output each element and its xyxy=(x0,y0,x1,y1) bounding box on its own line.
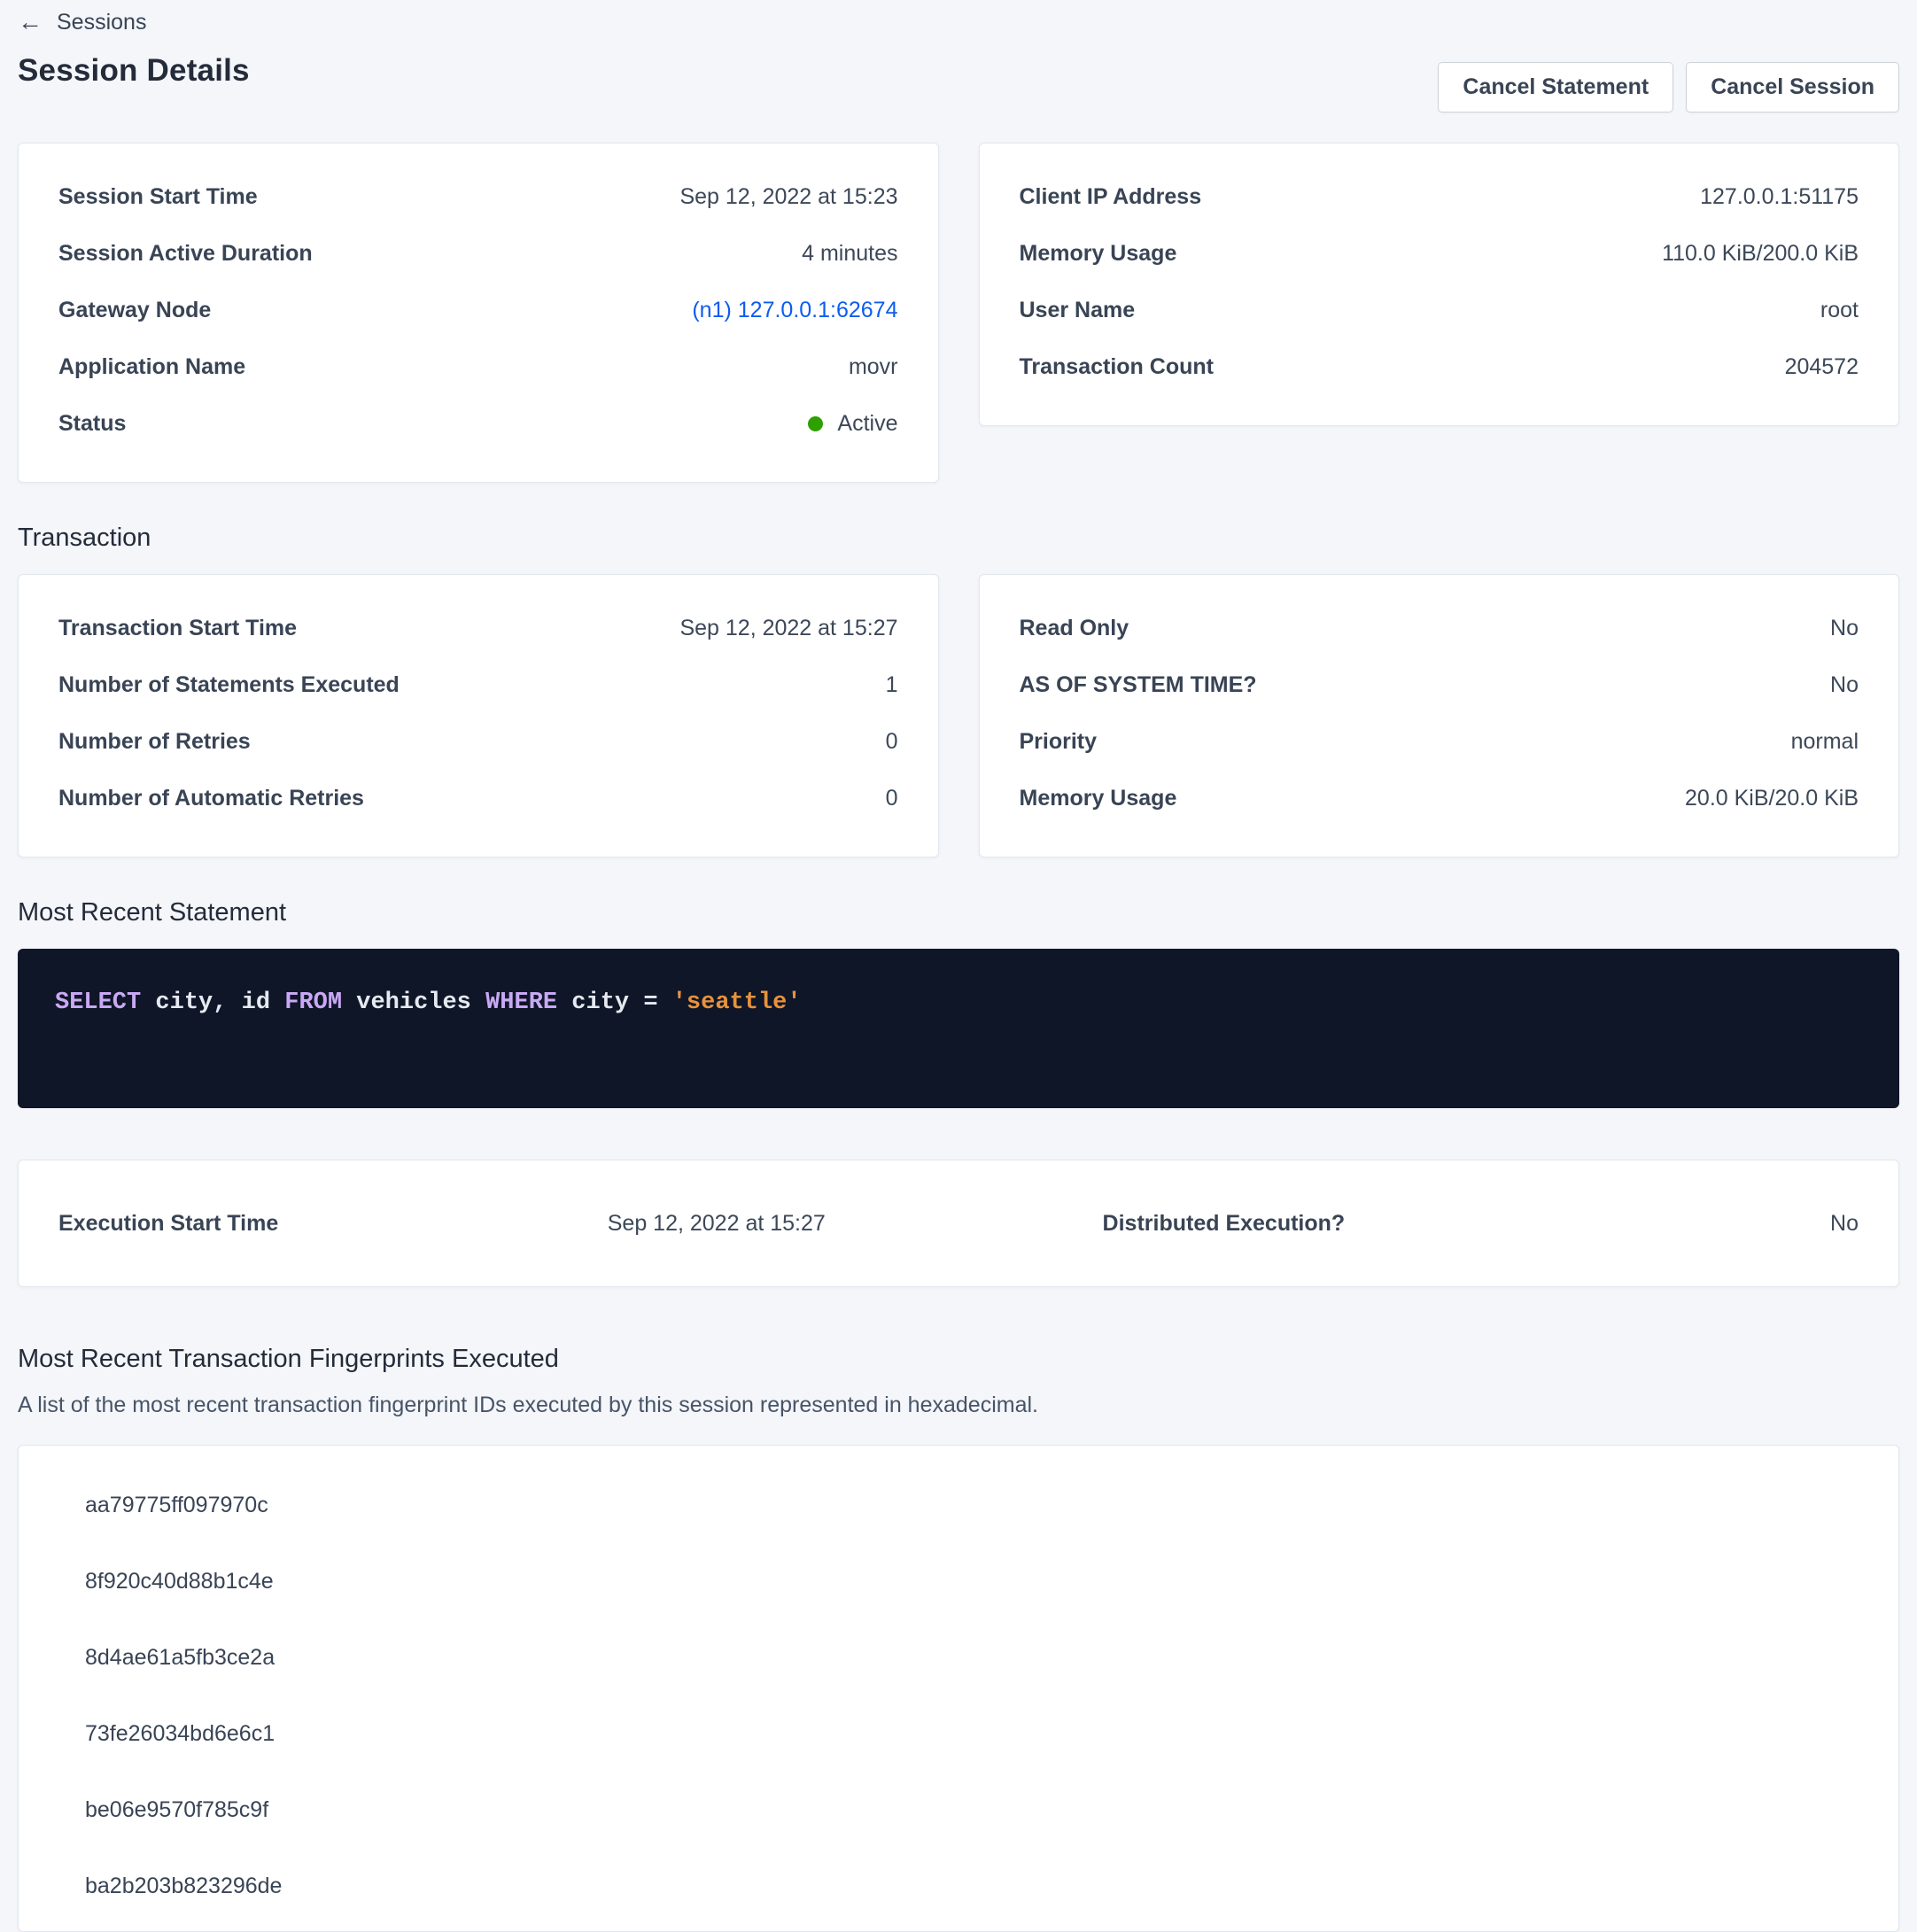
row-session-memory-usage: Memory Usage 110.0 KiB/200.0 KiB xyxy=(1020,225,1859,282)
transaction-start-time-value: Sep 12, 2022 at 15:27 xyxy=(679,616,897,640)
row-read-only: Read Only No xyxy=(1020,600,1859,656)
cancel-session-button[interactable]: Cancel Session xyxy=(1686,62,1899,113)
execution-start-time-value: Sep 12, 2022 at 15:27 xyxy=(608,1208,1103,1238)
breadcrumb-sessions-link[interactable]: Sessions xyxy=(57,10,146,35)
number-of-retries-label: Number of Retries xyxy=(58,729,251,754)
row-session-active-duration: Session Active Duration 4 minutes xyxy=(58,225,898,282)
row-application-name: Application Name movr xyxy=(58,338,898,395)
sql-text-columns: city, id xyxy=(141,989,284,1016)
session-memory-usage-label: Memory Usage xyxy=(1020,241,1177,266)
row-as-of-system-time: AS OF SYSTEM TIME? No xyxy=(1020,656,1859,713)
statements-executed-value: 1 xyxy=(886,672,898,697)
row-transaction-memory-usage: Memory Usage 20.0 KiB/20.0 KiB xyxy=(1020,770,1859,826)
transaction-count-value: 204572 xyxy=(1785,354,1859,379)
as-of-system-time-label: AS OF SYSTEM TIME? xyxy=(1020,672,1257,697)
session-memory-usage-value: 110.0 KiB/200.0 KiB xyxy=(1662,241,1859,266)
sql-keyword-from: FROM xyxy=(284,989,342,1016)
fingerprint-item: 8d4ae61a5fb3ce2a xyxy=(85,1619,1859,1695)
session-info-card-left: Session Start Time Sep 12, 2022 at 15:23… xyxy=(18,143,939,483)
user-name-label: User Name xyxy=(1020,298,1136,322)
application-name-value: movr xyxy=(849,354,898,379)
read-only-label: Read Only xyxy=(1020,616,1129,640)
fingerprint-item: 73fe26034bd6e6c1 xyxy=(85,1695,1859,1772)
gateway-node-label: Gateway Node xyxy=(58,298,211,322)
fingerprint-item: 8f920c40d88b1c4e xyxy=(85,1543,1859,1619)
status-text: Active xyxy=(837,411,897,436)
priority-value: normal xyxy=(1791,729,1859,754)
priority-label: Priority xyxy=(1020,729,1098,754)
fingerprints-description: A list of the most recent transaction fi… xyxy=(18,1392,1899,1418)
gateway-node-link[interactable]: (n1) 127.0.0.1:62674 xyxy=(692,298,897,322)
automatic-retries-label: Number of Automatic Retries xyxy=(58,786,364,811)
fingerprint-item: ba2b203b823296de xyxy=(85,1848,1859,1924)
row-priority: Priority normal xyxy=(1020,713,1859,770)
transaction-memory-usage-label: Memory Usage xyxy=(1020,786,1177,811)
row-gateway-node: Gateway Node (n1) 127.0.0.1:62674 xyxy=(58,282,898,338)
row-number-of-retries: Number of Retries 0 xyxy=(58,713,898,770)
row-transaction-start-time: Transaction Start Time Sep 12, 2022 at 1… xyxy=(58,600,898,656)
transaction-card-right: Read Only No AS OF SYSTEM TIME? No Prior… xyxy=(979,574,1900,857)
row-statements-executed: Number of Statements Executed 1 xyxy=(58,656,898,713)
sql-keyword-where: WHERE xyxy=(485,989,557,1016)
session-active-duration-label: Session Active Duration xyxy=(58,241,313,266)
action-buttons: Cancel Statement Cancel Session xyxy=(1438,62,1899,113)
row-automatic-retries: Number of Automatic Retries 0 xyxy=(58,770,898,826)
session-summary-grid: Session Start Time Sep 12, 2022 at 15:23… xyxy=(18,143,1899,483)
breadcrumb[interactable]: ← Sessions xyxy=(18,7,1899,37)
transaction-start-time-label: Transaction Start Time xyxy=(58,616,297,640)
execution-start-time-label: Execution Start Time xyxy=(58,1208,608,1238)
title-row: Session Details Cancel Statement Cancel … xyxy=(18,53,1899,113)
sql-text-table: vehicles xyxy=(342,989,485,1016)
back-arrow-icon[interactable]: ← xyxy=(18,10,43,35)
status-active-dot-icon xyxy=(808,416,823,431)
row-session-start-time: Session Start Time Sep 12, 2022 at 15:23 xyxy=(58,168,898,225)
row-status: Status Active xyxy=(58,395,898,452)
sql-statement-block: SELECT city, id FROM vehicles WHERE city… xyxy=(18,949,1899,1108)
transaction-count-label: Transaction Count xyxy=(1020,354,1214,379)
transaction-grid: Transaction Start Time Sep 12, 2022 at 1… xyxy=(18,574,1899,857)
distributed-execution-label: Distributed Execution? xyxy=(1103,1208,1553,1238)
number-of-retries-value: 0 xyxy=(886,729,898,754)
session-details-page: ← Sessions Session Details Cancel Statem… xyxy=(18,0,1899,1932)
most-recent-statement-heading: Most Recent Statement xyxy=(18,897,1899,927)
fingerprints-heading: Most Recent Transaction Fingerprints Exe… xyxy=(18,1344,1899,1374)
execution-card: Execution Start Time Sep 12, 2022 at 15:… xyxy=(18,1160,1899,1287)
status-label: Status xyxy=(58,411,126,436)
fingerprint-item: aa79775ff097970c xyxy=(85,1467,1859,1543)
client-ip-value: 127.0.0.1:51175 xyxy=(1700,184,1859,209)
sql-keyword-select: SELECT xyxy=(55,989,141,1016)
transaction-card-left: Transaction Start Time Sep 12, 2022 at 1… xyxy=(18,574,939,857)
as-of-system-time-value: No xyxy=(1830,672,1859,697)
application-name-label: Application Name xyxy=(58,354,245,379)
statements-executed-label: Number of Statements Executed xyxy=(58,672,400,697)
fingerprint-item: be06e9570f785c9f xyxy=(85,1772,1859,1848)
transaction-section-heading: Transaction xyxy=(18,523,1899,553)
session-active-duration-value: 4 minutes xyxy=(802,241,897,266)
row-transaction-count: Transaction Count 204572 xyxy=(1020,338,1859,395)
session-start-time-value: Sep 12, 2022 at 15:23 xyxy=(679,184,897,209)
session-start-time-label: Session Start Time xyxy=(58,184,258,209)
automatic-retries-value: 0 xyxy=(886,786,898,811)
row-client-ip: Client IP Address 127.0.0.1:51175 xyxy=(1020,168,1859,225)
fingerprints-card: aa79775ff097970c 8f920c40d88b1c4e 8d4ae6… xyxy=(18,1445,1899,1932)
row-user-name: User Name root xyxy=(1020,282,1859,338)
distributed-execution-value: No xyxy=(1553,1208,1859,1238)
fingerprints-list: aa79775ff097970c 8f920c40d88b1c4e 8d4ae6… xyxy=(85,1467,1859,1924)
page-title: Session Details xyxy=(18,53,250,89)
status-value: Active xyxy=(808,411,897,436)
sql-string-literal: 'seattle' xyxy=(672,989,802,1016)
session-info-card-right: Client IP Address 127.0.0.1:51175 Memory… xyxy=(979,143,1900,426)
user-name-value: root xyxy=(1820,298,1859,322)
transaction-memory-usage-value: 20.0 KiB/20.0 KiB xyxy=(1685,786,1859,811)
cancel-statement-button[interactable]: Cancel Statement xyxy=(1438,62,1673,113)
read-only-value: No xyxy=(1830,616,1859,640)
client-ip-label: Client IP Address xyxy=(1020,184,1202,209)
sql-text-condition: city = xyxy=(557,989,672,1016)
